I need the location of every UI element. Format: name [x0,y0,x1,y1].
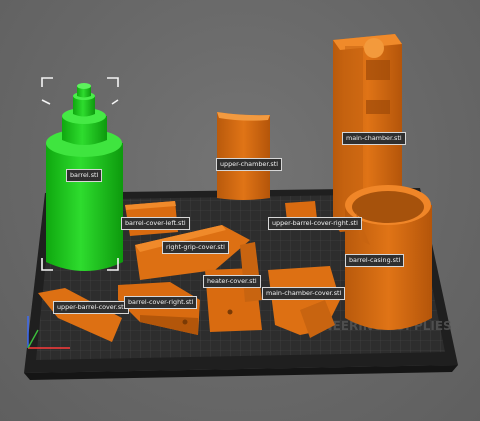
3d-viewport[interactable]: ENGINEERING SUPPLIES barrel.stl upper-ch… [0,0,480,421]
upper-chamber-model[interactable] [217,112,270,200]
label-main-chamber[interactable]: main-chamber.stl [342,132,406,145]
label-upper-barrel-cover[interactable]: upper-barrel-cover.stl [53,301,130,314]
label-upper-chamber[interactable]: upper-chamber.stl [216,158,282,171]
label-barrel-cover-right[interactable]: barrel-cover-right.stl [124,296,198,309]
label-barrel[interactable]: barrel.stl [66,169,103,182]
label-barrel-casing[interactable]: barrel-casing.stl [345,254,405,267]
label-main-chamber-cover[interactable]: main-chamber-cover.stl [262,287,346,300]
label-heater-cover[interactable]: heater-cover.stl [203,275,261,288]
label-upper-barrel-cover-right[interactable]: upper-barrel-cover-right.stl [268,217,362,230]
scene-canvas: ENGINEERING SUPPLIES [24,34,458,380]
label-barrel-cover-left[interactable]: barrel-cover-left.stl [121,217,190,230]
label-right-grip-cover[interactable]: right-grip-cover.stl [162,241,229,254]
